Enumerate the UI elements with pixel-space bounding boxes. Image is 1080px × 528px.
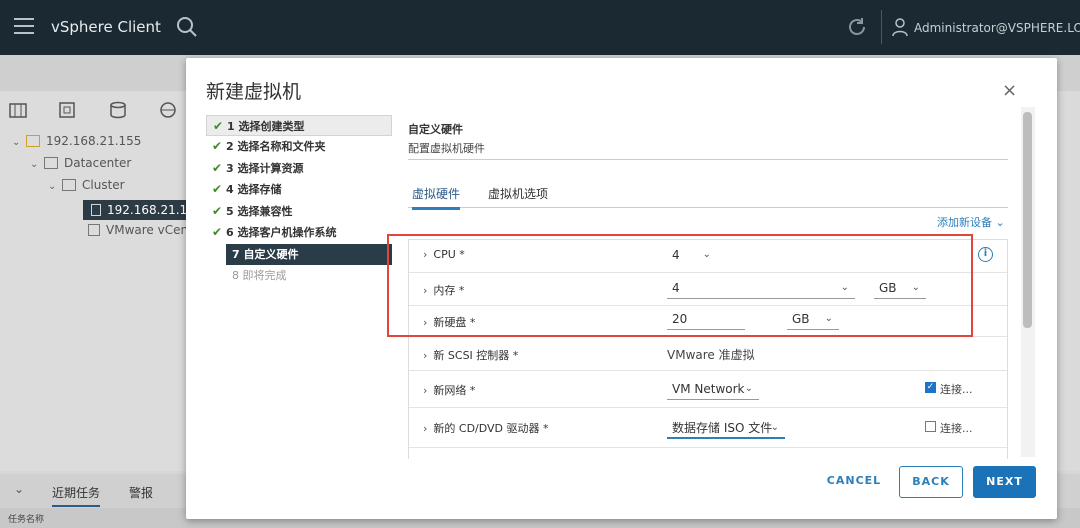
- cancel-button[interactable]: CANCEL: [815, 466, 893, 498]
- section-subtitle: 配置虚拟机硬件: [408, 142, 485, 155]
- right-panel-edge: [1057, 91, 1080, 471]
- chevron-down-icon: ⌄: [770, 422, 779, 433]
- tree-item-datacenter[interactable]: ⌄ Datacenter: [30, 156, 131, 176]
- hw-row-cdrom: › 新的 CD/DVD 驱动器 * 数据存储 ISO 文件 ⌄ 连接...: [409, 408, 1007, 448]
- scsi-value: VMware 准虚拟: [667, 348, 755, 362]
- cdrom-connect-checkbox[interactable]: [925, 421, 936, 432]
- step-8: 8 即将完成: [232, 269, 287, 282]
- tab-alarms[interactable]: 警报: [129, 484, 153, 501]
- close-icon[interactable]: ×: [1002, 82, 1017, 100]
- vms-templates-icon[interactable]: [57, 100, 77, 120]
- chevron-down-icon[interactable]: ⌄: [30, 159, 42, 170]
- column-task-name[interactable]: 任务名称: [8, 515, 44, 525]
- tab-vm-options[interactable]: 虚拟机选项: [488, 185, 548, 202]
- hw-row-scsi: › 新 SCSI 控制器 * VMware 准虚拟: [409, 337, 1007, 371]
- step-4[interactable]: ✔ 4 选择存储: [206, 179, 392, 200]
- tree-item-cluster[interactable]: ⌄ Cluster: [48, 178, 125, 198]
- checkmark-icon: ✔: [212, 225, 223, 239]
- cluster-icon: [62, 179, 76, 191]
- user-icon[interactable]: [891, 17, 909, 37]
- tree-item-selected-host[interactable]: 192.168.21.154: [83, 200, 202, 220]
- collapse-chevron-icon[interactable]: ⌄: [14, 482, 24, 496]
- chevron-down-icon[interactable]: ⌄: [48, 181, 60, 192]
- networking-icon[interactable]: [158, 100, 178, 120]
- user-name[interactable]: Administrator@VSPHERE.LOCAL: [914, 21, 1080, 35]
- datacenter-icon: [44, 157, 58, 169]
- chevron-right-icon[interactable]: ›: [423, 349, 427, 362]
- cdrom-connect-label: 连接...: [940, 422, 973, 435]
- hamburger-menu-icon[interactable]: [14, 18, 34, 36]
- cdrom-select[interactable]: 数据存储 ISO 文件 ⌄: [667, 419, 785, 439]
- checkmark-icon: ✔: [212, 139, 223, 153]
- cdrom-label[interactable]: › 新的 CD/DVD 驱动器 *: [423, 420, 549, 436]
- search-icon[interactable]: [176, 16, 198, 38]
- step-5[interactable]: ✔ 5 选择兼容性: [206, 201, 392, 222]
- scsi-label[interactable]: › 新 SCSI 控制器 *: [423, 347, 518, 363]
- back-button[interactable]: BACK: [899, 466, 963, 498]
- highlight-annotation: [387, 234, 973, 337]
- tree-item-host[interactable]: ⌄ 192.168.21.155: [12, 134, 141, 154]
- header-divider: [881, 10, 882, 44]
- checkmark-icon: ✔: [212, 182, 223, 196]
- checkmark-icon: ✔: [212, 204, 223, 218]
- network-label[interactable]: › 新网络 *: [423, 382, 475, 398]
- dialog-title: 新建虚拟机: [206, 81, 302, 103]
- host-icon: [91, 204, 101, 216]
- next-button[interactable]: NEXT: [973, 466, 1036, 498]
- hosts-clusters-icon[interactable]: [8, 100, 28, 120]
- step-6[interactable]: ✔ 6 选择客户机操作系统: [206, 222, 392, 243]
- checkmark-icon: ✔: [213, 119, 224, 133]
- refresh-icon[interactable]: [846, 16, 868, 38]
- info-icon[interactable]: i: [978, 247, 993, 262]
- step-3[interactable]: ✔ 3 选择计算资源: [206, 158, 392, 179]
- step-7[interactable]: 7 自定义硬件: [226, 244, 392, 265]
- network-connect-label: 连接...: [940, 383, 973, 396]
- network-connect-checkbox[interactable]: ✓: [925, 382, 936, 393]
- section-title: 自定义硬件: [408, 123, 463, 136]
- top-header: vSphere Client Administrator@VSPHERE.LOC…: [0, 0, 1080, 55]
- hardware-tabs: 虚拟硬件 虚拟机选项: [408, 182, 1008, 210]
- tab-recent-tasks[interactable]: 近期任务: [52, 484, 101, 507]
- step-1[interactable]: ✔ 1 选择创建类型: [206, 115, 392, 136]
- app-title: vSphere Client: [51, 18, 161, 36]
- tab-virtual-hardware[interactable]: 虚拟硬件: [412, 185, 461, 210]
- scrollbar-thumb[interactable]: [1023, 112, 1032, 328]
- add-new-device-link[interactable]: 添加新设备 ⌄: [937, 214, 1005, 230]
- checkmark-icon: ✔: [212, 161, 223, 175]
- vcenter-icon: [26, 135, 40, 147]
- chevron-down-icon: ⌄: [744, 383, 753, 394]
- step-2[interactable]: ✔ 2 选择名称和文件夹: [206, 136, 392, 157]
- vm-icon: [88, 224, 100, 236]
- storage-icon[interactable]: [108, 100, 128, 120]
- section-divider: [408, 159, 1008, 160]
- chevron-right-icon[interactable]: ›: [423, 422, 427, 435]
- new-vm-dialog: 新建虚拟机 × ✔ 1 选择创建类型 ✔ 2 选择名称和文件夹 ✔ 3 选择计算资源 …: [186, 58, 1057, 519]
- hw-row-network: › 新网络 * VM Network ⌄ ✓ 连接...: [409, 371, 1007, 408]
- chevron-down-icon[interactable]: ⌄: [12, 137, 24, 148]
- network-select[interactable]: VM Network ⌄: [667, 380, 759, 400]
- tree-item-vm[interactable]: VMware vCen: [86, 223, 188, 243]
- chevron-right-icon[interactable]: ›: [423, 384, 427, 397]
- navigator-tabs: [0, 96, 186, 126]
